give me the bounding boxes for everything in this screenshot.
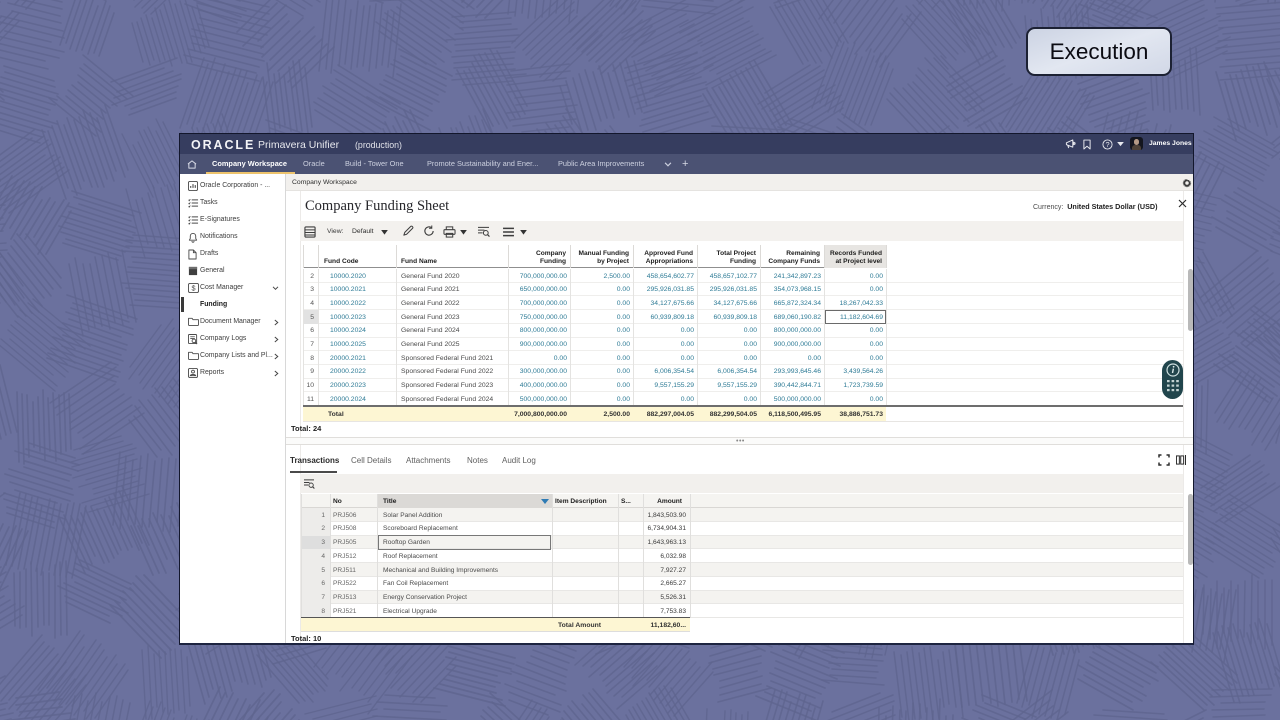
svg-text:$: $: [191, 283, 195, 292]
svg-text:?: ?: [1105, 140, 1109, 149]
